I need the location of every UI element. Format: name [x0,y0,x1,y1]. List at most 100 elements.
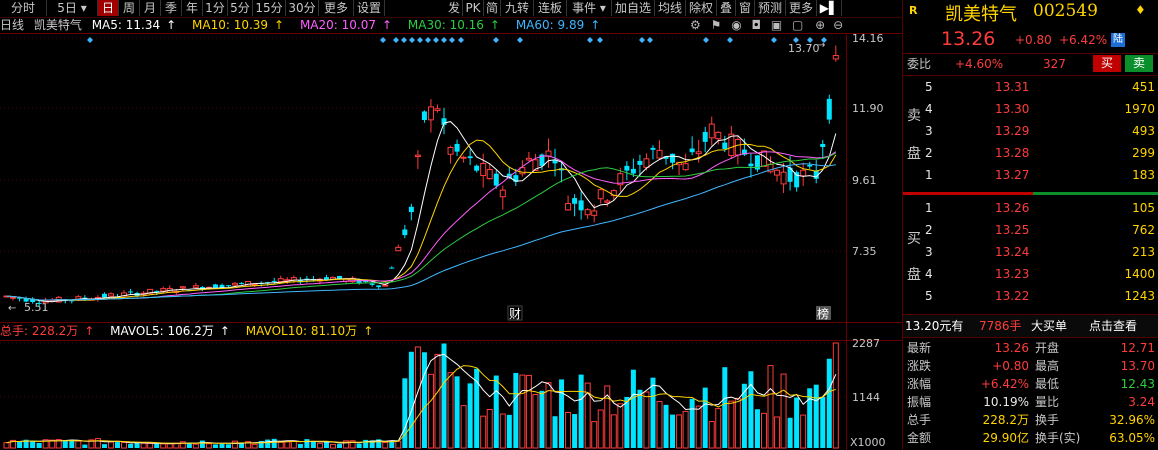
high-price-label: 13.70 [788,42,820,55]
bid-row[interactable]: 1 13.26 105 [903,197,1158,219]
volume-unit: X1000 [850,436,886,449]
signal-diamond [441,37,447,43]
volume-bar [670,414,676,448]
volume-bar [363,439,369,448]
stat-label: 涨幅 [907,377,932,391]
big-order-link[interactable]: 点击查看 [1089,315,1137,337]
last-price: 13.26 [941,28,996,50]
volume-bar [395,440,402,449]
volume-bar [271,438,277,448]
volume-bar [284,441,291,449]
bell-icon[interactable]: ♦ [1135,3,1146,17]
bid-row[interactable]: 4 13.23 1400 [903,263,1158,285]
candle-body [820,143,826,148]
candle-body [212,284,218,289]
candle-body [578,200,584,211]
candle-body [454,143,460,152]
weibi-diff: 327 [1043,57,1066,71]
volume-bar [656,400,663,449]
candle-body [499,189,506,198]
buy-button[interactable]: 买 [1093,55,1121,72]
candle-body [128,291,134,293]
volume-bar [702,387,708,448]
volume-bar [154,443,160,448]
candle-body [715,131,722,140]
dragon-tiger-marker-label: 榜 [817,306,829,321]
volume-bar [75,440,82,449]
candle-body [232,282,239,286]
ma10-line [6,139,837,301]
volume-bar [205,443,212,449]
stat-row: 最新 13.26 开盘 12.71 [903,339,1158,357]
candle-body [467,156,473,159]
ask-row[interactable]: 2 13.28 299 [903,142,1158,164]
price-tick: 11.90 [852,102,884,115]
volume-tick: 1144 [852,391,880,404]
ask-row[interactable]: 4 13.30 1970 [903,98,1158,120]
signal-diamond [597,37,603,43]
volume-bar [297,443,303,448]
quote-panel: R 凯美特气 002549 ♦ 13.26 +0.80 +6.42% 陆 委比 … [902,0,1158,450]
candle-body [643,158,650,168]
ask-price: 13.29 [995,124,1030,138]
ask-row[interactable]: 3 13.29 493 [903,120,1158,142]
bid-level: 2 [925,223,933,237]
candle-body [708,123,715,139]
volume-bar [226,444,232,448]
volume-bar [728,400,735,449]
ask-row[interactable]: 5 13.31 451 [903,76,1158,98]
big-order-row[interactable]: 13.20元有 7786手 大买单 点击查看 [903,315,1158,337]
stat-label: 换手(实) [1035,431,1081,445]
ask-level: 5 [925,80,933,94]
kline-chart[interactable]: 14.16 11.90 9.61 7.35 2287 1144 X1000 13… [0,0,902,450]
bid-level: 3 [925,245,933,259]
candle-body [160,288,167,292]
stat-label: 总手 [907,413,932,427]
volume-bar [408,351,414,448]
candle-body [382,284,389,287]
signal-diamond [401,37,407,43]
volume-bar [754,409,760,448]
weibi-value: +4.60% [955,57,1004,71]
stat-label: 开盘 [1035,341,1060,355]
sell-button[interactable]: 卖 [1125,55,1153,72]
volume-bar [676,414,683,449]
ask-volume: 451 [1132,80,1155,94]
board-tag: 陆 [1111,33,1125,47]
bid-row[interactable]: 5 13.22 1243 [903,285,1158,307]
ma20-line [6,151,837,301]
stat-row: 总手 228.2万 换手 32.96% [903,411,1158,429]
candle-body [414,154,421,158]
candle-body [760,150,767,167]
volume-bar [780,373,787,449]
bid-row[interactable]: 2 13.25 762 [903,219,1158,241]
candle-body [239,282,245,284]
candle-body [748,163,754,167]
signal-diamond [493,37,499,43]
bid-volume: 1243 [1124,289,1155,303]
volume-bar [232,440,239,449]
price-change-pct: +6.42% [1059,33,1108,47]
stat-value: +6.42% [980,377,1029,391]
volume-bar [552,416,558,448]
signal-diamond [458,37,464,43]
volume-bar [591,421,598,449]
stat-label: 换手 [1035,413,1060,427]
candle-body [376,285,382,288]
stat-value: +0.80 [992,359,1029,373]
volume-bar [663,404,669,448]
volume-bar [434,353,441,449]
volume-bar [427,373,434,449]
volume-bar [316,442,323,449]
volume-bar [192,443,199,449]
candlesticks [3,45,839,307]
ask-volume: 299 [1132,146,1155,160]
bid-row[interactable]: 3 13.24 213 [903,241,1158,263]
volume-bar [17,441,23,448]
volume-bar [539,390,545,448]
bid-price: 13.26 [995,201,1030,215]
volume-bar [128,443,134,448]
ask-row[interactable]: 1 13.27 183 [903,164,1158,186]
candle-body [402,229,408,236]
stat-label: 最低 [1035,377,1060,391]
